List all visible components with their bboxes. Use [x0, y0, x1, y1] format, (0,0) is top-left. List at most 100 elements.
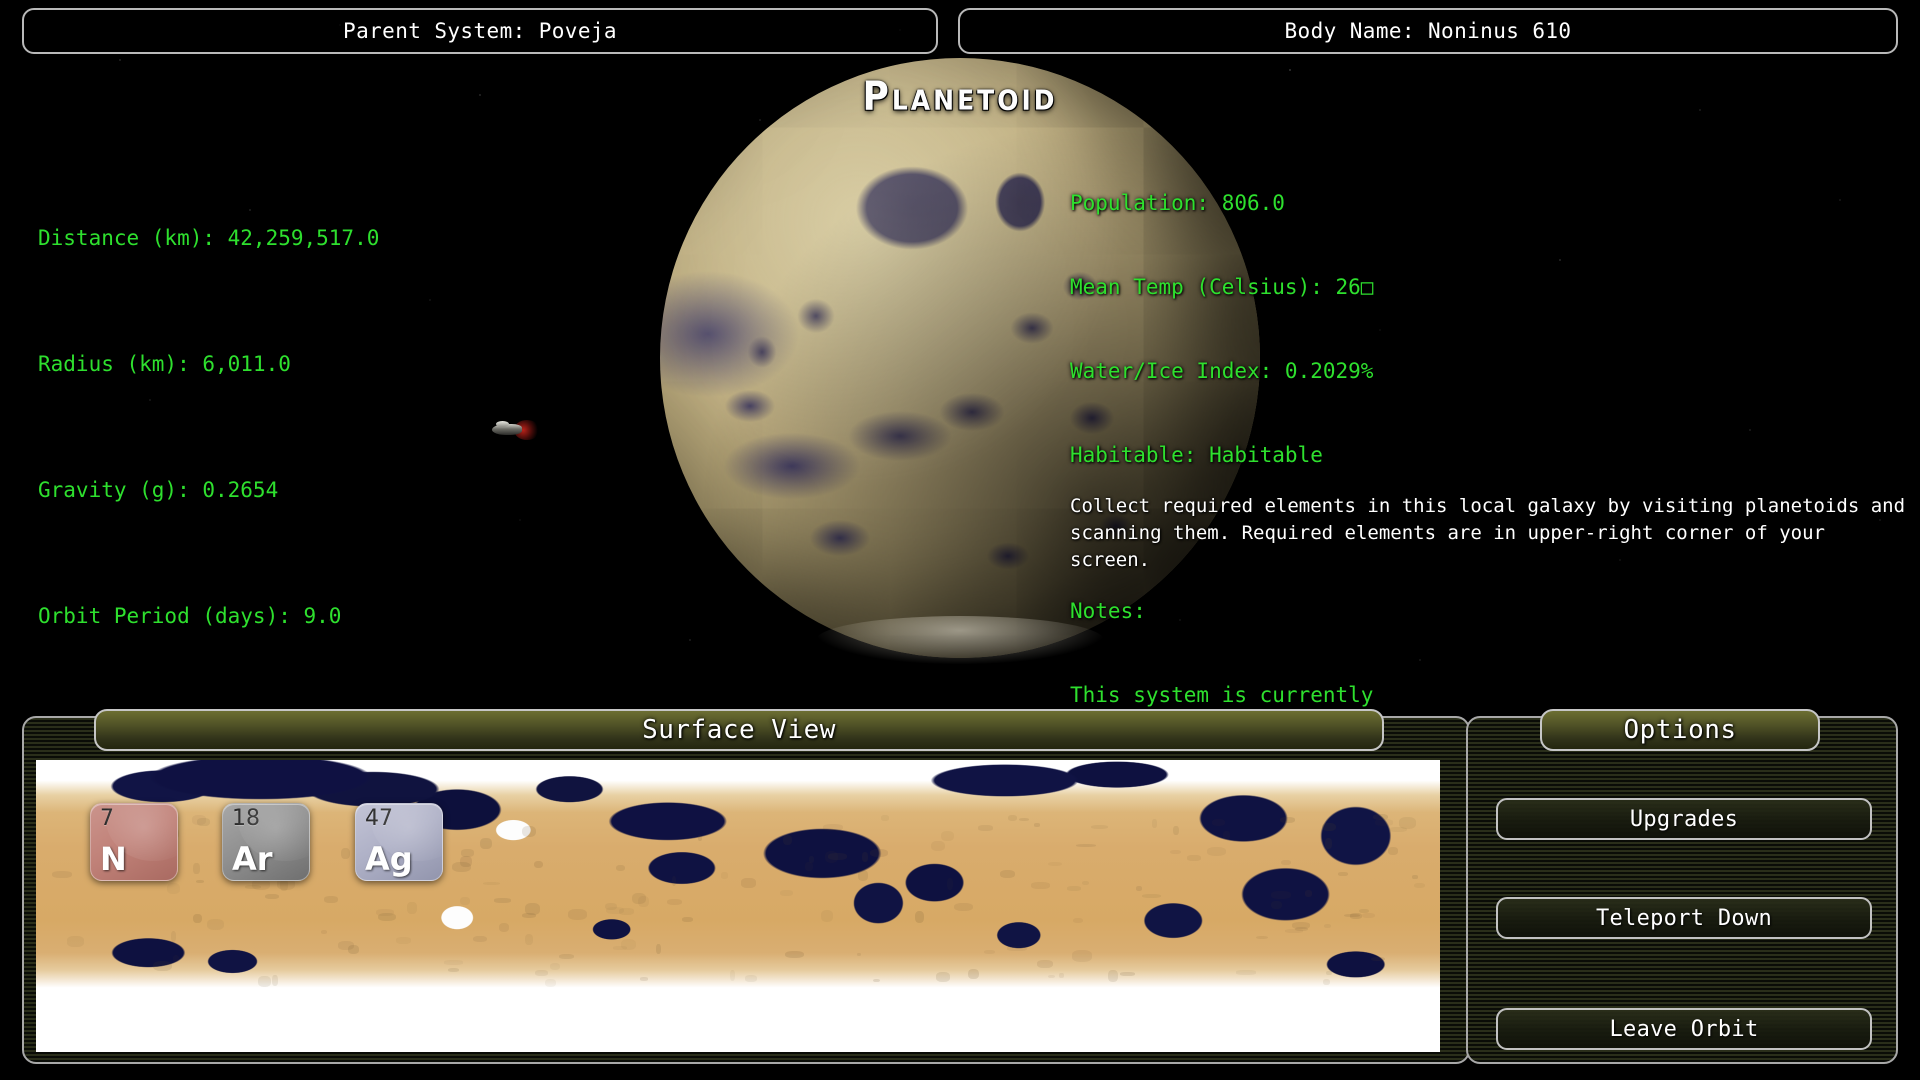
- terrain-speck: [1321, 822, 1336, 831]
- parent-system-bar: Parent System: Poveja: [22, 8, 938, 54]
- terrain-speck: [1082, 880, 1090, 885]
- terrain-speck: [823, 824, 844, 832]
- terrain-speck: [451, 861, 471, 873]
- terrain-speck: [559, 953, 574, 959]
- terrain-speck: [320, 929, 328, 934]
- terrain-speck: [195, 879, 204, 883]
- terrain-speck: [1018, 818, 1029, 822]
- terrain-speck: [324, 895, 338, 903]
- teleport-down-button-label: Teleport Down: [1595, 905, 1773, 931]
- terrain-speck: [1326, 970, 1332, 976]
- body-name-bar: Body Name: Noninus 610: [958, 8, 1898, 54]
- terrain-speck: [639, 977, 648, 981]
- terrain-speck: [498, 923, 510, 933]
- terrain-speck: [1211, 819, 1226, 826]
- terrain-speck: [656, 944, 661, 955]
- element-tile-argon[interactable]: 18 Ar: [222, 803, 310, 881]
- terrain-speck: [1362, 912, 1376, 919]
- terrain-speck: [613, 946, 627, 950]
- terrain-speck: [1008, 815, 1018, 822]
- element-tile-silver[interactable]: 47 Ag: [355, 803, 443, 881]
- terrain-speck: [1108, 970, 1118, 983]
- terrain-speck: [460, 896, 471, 906]
- terrain-speck: [940, 831, 955, 842]
- terrain-speck: [1059, 972, 1064, 979]
- terrain-speck: [1186, 855, 1201, 861]
- game-screen: Parent System: Poveja Body Name: Noninus…: [0, 0, 1920, 1080]
- upgrades-button-label: Upgrades: [1629, 806, 1739, 832]
- options-title: Options: [1540, 709, 1820, 751]
- leave-orbit-button[interactable]: Leave Orbit: [1496, 1008, 1872, 1050]
- terrain-speck: [494, 898, 512, 904]
- terrain-speck: [605, 902, 617, 910]
- terrain-speck: [1141, 893, 1162, 899]
- stat-mean-temp: Mean Temp (Celsius): 26□: [1070, 275, 1374, 299]
- terrain-speck: [1256, 935, 1269, 940]
- terrain-speck: [861, 852, 869, 862]
- terrain-speck: [193, 913, 202, 924]
- surface-view-panel: Surface View: [22, 709, 1470, 1064]
- terrain-speck: [1076, 843, 1097, 848]
- stat-radius: Radius (km): 6,011.0: [38, 352, 291, 376]
- terrain-speck: [522, 825, 536, 838]
- terrain-speck: [1007, 946, 1027, 951]
- terrain-speck: [857, 870, 869, 881]
- terrain-speck: [1305, 890, 1313, 897]
- terrain-speck: [805, 862, 814, 872]
- terrain-speck: [967, 968, 979, 980]
- terrain-speck: [257, 976, 272, 987]
- terrain-speck: [153, 960, 173, 972]
- upgrades-button[interactable]: Upgrades: [1496, 798, 1872, 840]
- terrain-speck: [207, 919, 224, 930]
- terrain-speck: [1067, 886, 1081, 891]
- terrain-speck: [1387, 847, 1398, 855]
- terrain-speck: [1281, 859, 1291, 866]
- terrain-speck: [935, 972, 951, 982]
- terrain-speck: [1037, 959, 1054, 968]
- terrain-speck: [473, 935, 487, 942]
- terrain-speck: [820, 909, 834, 922]
- element-symbol: Ar: [232, 840, 273, 878]
- notes-label: Notes:: [1070, 599, 1146, 623]
- terrain-speck: [480, 838, 492, 850]
- terrain-speck: [1323, 924, 1331, 928]
- terrain-speck: [782, 835, 793, 846]
- notes-line-1: This system is currently: [1070, 683, 1374, 707]
- terrain-speck: [785, 950, 804, 958]
- terrain-speck: [720, 872, 728, 879]
- element-atomic-number: 18: [232, 806, 260, 831]
- terrain-speck: [1033, 823, 1040, 828]
- terrain-speck: [395, 937, 412, 945]
- terrain-speck: [682, 917, 693, 923]
- element-atomic-number: 7: [100, 806, 114, 831]
- terrain-speck: [616, 865, 626, 872]
- terrain-speck: [524, 903, 540, 915]
- teleport-down-button[interactable]: Teleport Down: [1496, 897, 1872, 939]
- terrain-speck: [666, 898, 682, 905]
- terrain-speck: [341, 848, 350, 860]
- stat-orbit-period: Orbit Period (days): 9.0: [38, 604, 342, 628]
- terrain-speck: [619, 908, 635, 915]
- body-name-label: Body Name: Noninus 610: [1284, 19, 1572, 43]
- terrain-speck: [52, 871, 73, 878]
- terrain-speck: [1338, 872, 1348, 876]
- parent-system-label: Parent System: Poveja: [343, 19, 617, 43]
- terrain-speck: [448, 968, 460, 973]
- element-tile-nitrogen[interactable]: 7 N: [90, 803, 178, 881]
- stat-distance: Distance (km): 42,259,517.0: [38, 226, 380, 250]
- terrain-speck: [857, 953, 862, 957]
- terrain-speck: [808, 856, 815, 863]
- terrain-speck: [730, 969, 736, 982]
- terrain-speck: [1136, 886, 1143, 891]
- terrain-speck: [825, 851, 839, 863]
- ship-fin: [496, 421, 509, 427]
- terrain-speck: [880, 814, 890, 821]
- element-symbol: Ag: [365, 840, 413, 878]
- planet-polar-cap: [816, 616, 1104, 664]
- terrain-speck: [1322, 978, 1330, 986]
- page-title: Planetoid: [862, 73, 1058, 120]
- options-panel: Options Upgrades Teleport Down Leave Orb…: [1466, 709, 1898, 1064]
- surface-view-title-label: Surface View: [642, 715, 836, 745]
- terrain-speck: [173, 954, 180, 963]
- terrain-speck: [265, 893, 279, 899]
